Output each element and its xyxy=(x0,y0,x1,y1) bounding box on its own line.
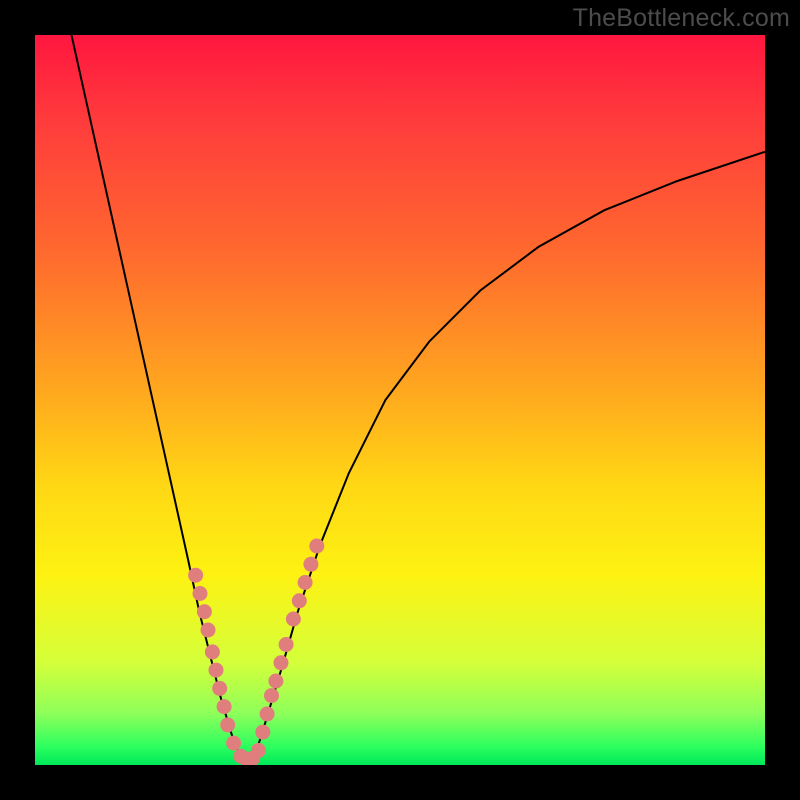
marker-dot xyxy=(260,706,275,721)
marker-dot xyxy=(220,717,235,732)
curve-layer xyxy=(35,35,765,765)
marker-dot xyxy=(193,586,208,601)
marker-dot xyxy=(264,688,279,703)
marker-dot xyxy=(309,539,324,554)
marker-dot xyxy=(303,557,318,572)
marker-dot xyxy=(292,593,307,608)
marker-dot xyxy=(188,568,203,583)
watermark-text: TheBottleneck.com xyxy=(573,4,790,33)
marker-dot xyxy=(268,674,283,689)
marker-dot xyxy=(197,604,212,619)
marker-dot xyxy=(255,725,270,740)
marker-dot xyxy=(209,663,224,678)
marker-dot xyxy=(201,623,216,638)
marker-group xyxy=(188,539,324,766)
chart-frame: TheBottleneck.com xyxy=(0,0,800,800)
marker-dot xyxy=(212,681,227,696)
marker-dot xyxy=(274,655,289,670)
marker-dot xyxy=(279,637,294,652)
marker-dot xyxy=(205,644,220,659)
marker-dot xyxy=(298,575,313,590)
marker-dot xyxy=(226,736,241,751)
marker-dot xyxy=(251,743,266,758)
right-curve xyxy=(254,152,765,758)
marker-dot xyxy=(217,699,232,714)
marker-dot xyxy=(286,612,301,627)
plot-area xyxy=(35,35,765,765)
